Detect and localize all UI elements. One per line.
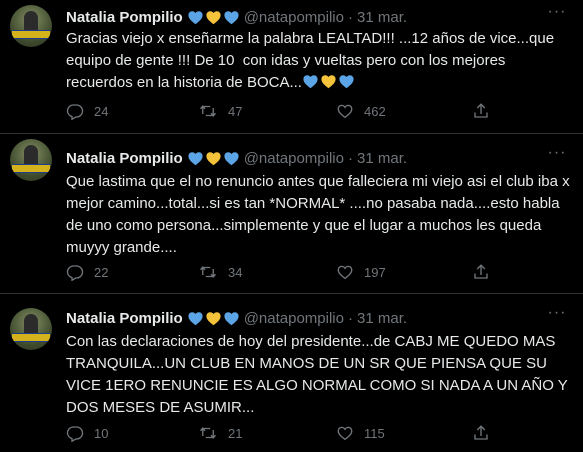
share-button[interactable] <box>472 261 490 283</box>
like-button[interactable]: 115 <box>336 422 385 444</box>
share-icon <box>472 102 490 120</box>
avatar-banner <box>12 164 50 173</box>
avatar[interactable] <box>10 308 52 350</box>
avatar[interactable] <box>10 139 52 181</box>
author-name[interactable]: Natalia Pompilio <box>66 9 183 26</box>
reply-button[interactable]: 22 <box>66 261 108 283</box>
reply-button[interactable]: 24 <box>66 100 108 122</box>
more-dots-icon[interactable]: ··· <box>545 4 569 25</box>
reply-count: 10 <box>94 425 109 441</box>
share-icon <box>472 424 490 442</box>
tweet-header: Natalia Pompilio @natapompilio · 31 mar. <box>66 307 407 329</box>
like-count: 197 <box>364 264 386 280</box>
blue-heart-icon <box>187 9 204 26</box>
author-handle[interactable]: @natapompilio <box>244 150 344 167</box>
avatar-banner <box>12 333 50 342</box>
like-icon <box>336 424 354 442</box>
blue-heart-icon <box>223 9 240 26</box>
author-name[interactable]: Natalia Pompilio <box>66 150 183 167</box>
yellow-heart-icon <box>320 73 337 90</box>
retweet-button[interactable]: 21 <box>198 422 242 444</box>
reply-count: 24 <box>94 103 109 119</box>
name-emojis <box>187 9 240 26</box>
separator-dot: · <box>348 309 353 327</box>
retweet-button[interactable]: 47 <box>198 100 242 122</box>
reply-icon <box>66 263 84 281</box>
tweet-header: Natalia Pompilio @natapompilio · 31 mar. <box>66 147 407 169</box>
blue-heart-icon <box>302 73 319 90</box>
tweet[interactable]: Natalia Pompilio @natapompilio · 31 mar.… <box>0 0 583 134</box>
like-button[interactable]: 197 <box>336 261 386 283</box>
blue-heart-icon <box>338 73 355 90</box>
yellow-heart-icon <box>205 9 222 26</box>
tweet[interactable]: Natalia Pompilio @natapompilio · 31 mar.… <box>0 134 583 294</box>
share-button[interactable] <box>472 100 490 122</box>
tweet[interactable]: Natalia Pompilio @natapompilio · 31 mar.… <box>0 294 583 452</box>
blue-heart-icon <box>223 310 240 327</box>
tweet-actions: 22 34 197 <box>60 261 560 283</box>
share-icon <box>472 263 490 281</box>
retweet-icon <box>198 263 218 281</box>
tweet-text: Que lastima que el no renuncio antes que… <box>66 173 574 256</box>
blue-heart-icon <box>187 310 204 327</box>
retweet-count: 34 <box>228 264 243 280</box>
like-icon <box>336 102 354 120</box>
reply-button[interactable]: 10 <box>66 422 108 444</box>
tweet-text: Gracias viejo x enseñarme la palabra LEA… <box>66 28 574 94</box>
yellow-heart-icon <box>205 150 222 167</box>
like-count: 462 <box>364 103 386 119</box>
more-dots-icon[interactable]: ··· <box>545 145 569 166</box>
avatar-banner <box>12 30 50 39</box>
tweet-header: Natalia Pompilio @natapompilio · 31 mar. <box>66 6 407 28</box>
author-handle[interactable]: @natapompilio <box>244 310 344 327</box>
blue-heart-icon <box>187 150 204 167</box>
separator-dot: · <box>348 149 353 167</box>
retweet-count: 21 <box>228 425 243 441</box>
tweet-actions: 24 47 462 <box>60 100 560 122</box>
separator-dot: · <box>348 8 353 26</box>
avatar[interactable] <box>10 5 52 47</box>
reply-icon <box>66 424 84 442</box>
reply-count: 22 <box>94 264 109 280</box>
retweet-icon <box>198 102 218 120</box>
more-dots-icon[interactable]: ··· <box>545 305 569 326</box>
like-button[interactable]: 462 <box>336 100 386 122</box>
tweet-date[interactable]: 31 mar. <box>357 150 407 167</box>
tweet-text: Con las declaraciones de hoy del preside… <box>66 333 572 416</box>
name-emojis <box>187 150 240 167</box>
author-name[interactable]: Natalia Pompilio <box>66 310 183 327</box>
yellow-heart-icon <box>205 310 222 327</box>
text-emojis <box>302 73 355 90</box>
retweet-button[interactable]: 34 <box>198 261 242 283</box>
retweet-count: 47 <box>228 103 243 119</box>
tweet-date[interactable]: 31 mar. <box>357 9 407 26</box>
retweet-icon <box>198 424 218 442</box>
reply-icon <box>66 102 84 120</box>
tweet-date[interactable]: 31 mar. <box>357 310 407 327</box>
blue-heart-icon <box>223 150 240 167</box>
author-handle[interactable]: @natapompilio <box>244 9 344 26</box>
like-count: 115 <box>364 425 385 441</box>
tweet-actions: 10 21 115 <box>60 422 560 444</box>
name-emojis <box>187 310 240 327</box>
share-button[interactable] <box>472 422 490 444</box>
like-icon <box>336 263 354 281</box>
